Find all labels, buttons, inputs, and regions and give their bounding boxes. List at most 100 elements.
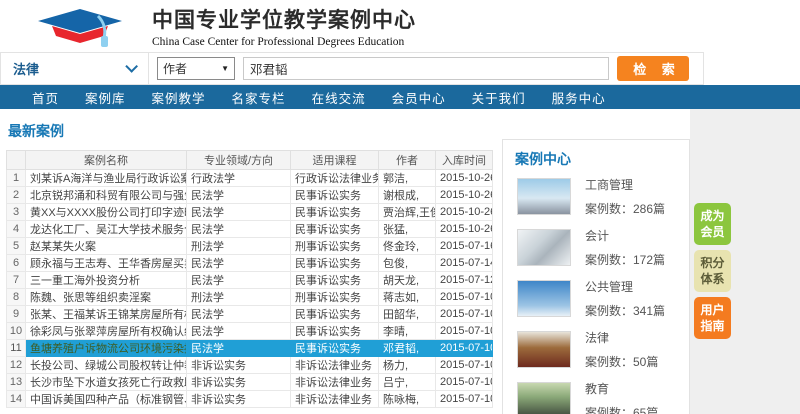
case-field: 民法学 [187,187,291,204]
case-row[interactable]: 10 徐彩凤与张翠萍房屋所有权确认纠纷案 民法学 民事诉讼实务 李晴, 2015… [7,323,493,340]
case-date: 2015-07-10 [436,306,493,323]
case-name-link[interactable]: 刘某诉A海洋与渔业局行政诉讼案 [26,170,187,187]
caret-down-icon: ▼ [221,64,229,73]
case-date: 2015-07-10 [436,340,493,357]
case-date: 2015-07-10 [436,289,493,306]
case-date: 2015-10-26 [436,187,493,204]
case-author: 杨力, [379,357,436,374]
case-author: 包俊, [379,255,436,272]
case-author: 郭洁, [379,170,436,187]
case-date: 2015-07-10 [436,374,493,391]
case-name-link[interactable]: 赵某某失火案 [26,238,187,255]
case-row[interactable]: 5 赵某某失火案 刑法学 刑事诉讼实务 佟金玲, 2015-07-16 [7,238,493,255]
nav-item-member-center[interactable]: 会员中心 [392,88,446,107]
case-name-link[interactable]: 龙达化工厂、吴江大学技术服务合同纠 [26,221,187,238]
category-item-business[interactable]: 工商管理 案例数：286篇 [503,171,689,222]
case-course: 刑事诉讼实务 [291,238,379,255]
col-header-author: 作者 [379,151,436,170]
case-field: 民法学 [187,306,291,323]
case-name-link[interactable]: 长投公司、绿城公司股权转让仲裁案（ [26,357,187,374]
case-row[interactable]: 9 张某、王福某诉王锦某房屋所有权确认 民法学 民事诉讼实务 田韶华, 2015… [7,306,493,323]
case-name-link[interactable]: 陈魏、张思等组织卖淫案 [26,289,187,306]
row-index: 4 [7,221,26,238]
case-row[interactable]: 3 黄XX与XXXX股份公司打印字迹时间... 民法学 民事诉讼实务 贾治辉,王… [7,204,493,221]
case-name-link[interactable]: 中国诉美国四种产品（标准钢管、矩形 [26,391,187,408]
case-course: 民事诉讼实务 [291,323,379,340]
case-row[interactable]: 12 长投公司、绿城公司股权转让仲裁案（ 非诉讼实务 非诉讼法律业务 杨力, 2… [7,357,493,374]
case-row[interactable]: 14 中国诉美国四种产品（标准钢管、矩形 非诉讼实务 非诉讼法律业务 陈咏梅, … [7,391,493,408]
nav-item-service-center[interactable]: 服务中心 [552,88,606,107]
case-name-link[interactable]: 鱼塘养殖户诉物流公司环境污染损害案 [26,340,187,357]
user-guide-button[interactable]: 用户指南 [694,297,731,339]
become-member-button[interactable]: 成为会员 [694,203,731,245]
row-index: 1 [7,170,26,187]
education-thumbnail [517,382,571,414]
search-button[interactable]: 检 索 [617,56,689,81]
case-course: 行政诉讼法律业务 [291,170,379,187]
case-name-link[interactable]: 黄XX与XXXX股份公司打印字迹时间... [26,204,187,221]
case-date: 2015-10-26 [436,204,493,221]
category-dropdown[interactable]: 法律 [1,53,149,84]
case-name-link[interactable]: 三一重工海外投资分析 [26,272,187,289]
case-row-selected[interactable]: 11 鱼塘养殖户诉物流公司环境污染损害案 民法学 民事诉讼实务 邓君韬, 201… [7,340,493,357]
case-field: 非诉讼实务 [187,357,291,374]
case-course: 非诉讼法律业务 [291,374,379,391]
case-field: 民法学 [187,221,291,238]
col-header-case-name: 案例名称 [26,151,187,170]
col-header-course: 适用课程 [291,151,379,170]
search-input[interactable] [243,57,609,80]
category-item-education[interactable]: 教育 案例数：65篇 [503,375,689,414]
case-date: 2015-07-16 [436,238,493,255]
search-field-select[interactable]: 作者 ▼ [157,57,235,80]
case-row[interactable]: 8 陈魏、张思等组织卖淫案 刑法学 刑事诉讼实务 蒋志如, 2015-07-10 [7,289,493,306]
case-date: 2015-10-26 [436,221,493,238]
category-count: 案例数：286篇 [585,200,665,217]
case-course: 非诉讼法律业务 [291,357,379,374]
case-name-link[interactable]: 徐彩凤与张翠萍房屋所有权确认纠纷案 [26,323,187,340]
case-author: 吕宁, [379,374,436,391]
category-count: 案例数：172篇 [585,251,665,268]
case-author: 李晴, [379,323,436,340]
site-title: 中国专业学位教学案例中心 [152,4,416,34]
case-course: 民事诉讼实务 [291,340,379,357]
main-nav: 首页 案例库 案例教学 名家专栏 在线交流 会员中心 关于我们 服务中心 [0,85,800,109]
nav-item-expert-columns[interactable]: 名家专栏 [232,88,286,107]
case-row[interactable]: 6 顾永福与王志寿、王华香房屋买卖合同 民法学 民事诉讼实务 包俊, 2015-… [7,255,493,272]
case-name-link[interactable]: 顾永福与王志寿、王华香房屋买卖合同 [26,255,187,272]
nav-item-home[interactable]: 首页 [32,88,59,107]
case-field: 刑法学 [187,238,291,255]
case-name-link[interactable]: 张某、王福某诉王锦某房屋所有权确认 [26,306,187,323]
category-name: 会计 [585,227,665,244]
case-author: 田韶华, [379,306,436,323]
row-index: 12 [7,357,26,374]
nav-item-about-us[interactable]: 关于我们 [472,88,526,107]
table-header-row: 案例名称 专业领域/方向 适用课程 作者 入库时间 [7,151,493,170]
row-index: 2 [7,187,26,204]
row-index: 10 [7,323,26,340]
case-row[interactable]: 13 长沙市坠下水道女孩死亡行政救助案例 非诉讼实务 非诉讼法律业务 吕宁, 2… [7,374,493,391]
case-row[interactable]: 4 龙达化工厂、吴江大学技术服务合同纠 民法学 民事诉讼实务 张猛, 2015-… [7,221,493,238]
row-index: 7 [7,272,26,289]
category-name: 工商管理 [585,176,665,193]
public-admin-thumbnail [517,280,571,317]
points-system-button[interactable]: 积分体系 [694,250,731,292]
case-field: 民法学 [187,255,291,272]
case-row[interactable]: 2 北京锐邦涌和科贸有限公司与强生（上 民法学 民事诉讼实务 谢根成, 2015… [7,187,493,204]
case-name-link[interactable]: 长沙市坠下水道女孩死亡行政救助案例 [26,374,187,391]
nav-item-case-teaching[interactable]: 案例教学 [152,88,206,107]
category-item-law[interactable]: 法律 案例数：50篇 [503,324,689,375]
business-thumbnail [517,178,571,215]
col-header-field: 专业领域/方向 [187,151,291,170]
nav-item-case-library[interactable]: 案例库 [85,88,126,107]
site-subtitle: China Case Center for Professional Degre… [152,36,416,48]
case-row[interactable]: 1 刘某诉A海洋与渔业局行政诉讼案 行政法学 行政诉讼法律业务 郭洁, 2015… [7,170,493,187]
category-item-public-admin[interactable]: 公共管理 案例数：341篇 [503,273,689,324]
case-name-link[interactable]: 北京锐邦涌和科贸有限公司与强生（上 [26,187,187,204]
nav-item-online-exchange[interactable]: 在线交流 [312,88,366,107]
category-name: 教育 [585,380,658,397]
latest-cases-title: 最新案例 [8,121,493,141]
case-field: 非诉讼实务 [187,374,291,391]
case-author: 谢根成, [379,187,436,204]
case-row[interactable]: 7 三一重工海外投资分析 民法学 民事诉讼实务 胡天龙, 2015-07-12 [7,272,493,289]
category-item-accounting[interactable]: 会计 案例数：172篇 [503,222,689,273]
